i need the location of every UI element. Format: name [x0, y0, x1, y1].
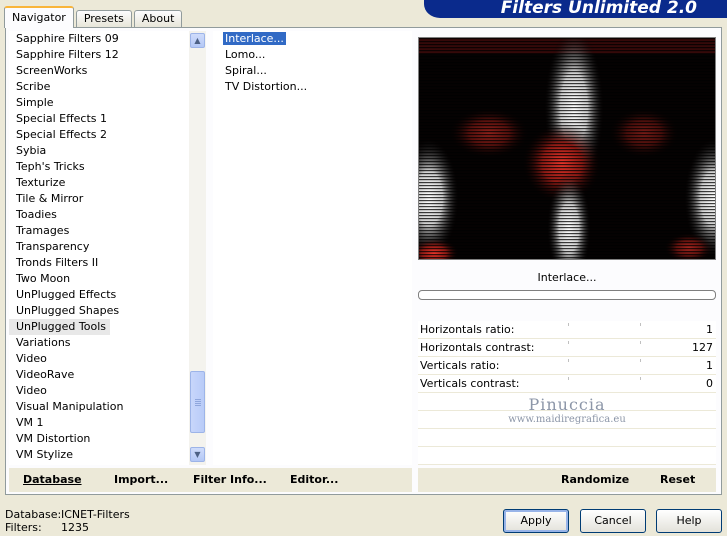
category-item[interactable]: Sapphire Filters 12	[9, 47, 189, 63]
parameter-label: Verticals contrast:	[420, 377, 520, 390]
randomize-button[interactable]: Randomize	[561, 473, 629, 486]
category-item[interactable]: Visual Manipulation	[9, 399, 189, 415]
status-info: Database:ICNET-Filters Filters: 1235	[5, 508, 130, 534]
right-toolbar: Randomize Reset	[418, 468, 716, 492]
category-item[interactable]: Tile & Mirror	[9, 191, 189, 207]
left-toolbar: Database Import... Filter Info... Editor…	[9, 468, 412, 492]
filter-item-label: Interlace...	[222, 31, 287, 46]
parameter-label: Horizontals contrast:	[420, 341, 535, 354]
filter-name-label: Interlace...	[537, 271, 597, 284]
filter-info-button[interactable]: Filter Info...	[193, 473, 267, 486]
filter-item[interactable]: Interlace...	[213, 31, 412, 47]
database-button[interactable]: Database	[23, 473, 82, 486]
category-item[interactable]: Teph's Tricks	[9, 159, 189, 175]
tab-navigator[interactable]: Navigator	[4, 6, 74, 28]
category-item[interactable]: UnPlugged Effects	[9, 287, 189, 303]
empty-parameter-row	[418, 429, 716, 447]
category-item[interactable]: Transparency	[9, 239, 189, 255]
category-item[interactable]: VM Stylize	[9, 447, 189, 463]
parameter-value: 0	[706, 377, 713, 390]
filter-item[interactable]: Lomo...	[213, 47, 412, 63]
filter-item-label: Lomo...	[225, 48, 266, 61]
tab-strip: Navigator Presets About	[4, 4, 184, 28]
category-item[interactable]: Sapphire Filters 09	[9, 31, 189, 47]
filter-preview	[418, 37, 716, 260]
category-item[interactable]: Special Effects 1	[9, 111, 189, 127]
database-label: Database:	[5, 508, 62, 521]
apply-button[interactable]: Apply	[503, 509, 569, 533]
tab-presets[interactable]: Presets	[75, 10, 132, 28]
category-item[interactable]: Scribe	[9, 79, 189, 95]
parameter-value: 127	[692, 341, 713, 354]
progress-bar	[418, 290, 716, 300]
editor-button[interactable]: Editor...	[290, 473, 338, 486]
category-item[interactable]: UnPlugged Tools	[9, 319, 110, 335]
category-item[interactable]: Simple	[9, 95, 189, 111]
category-item[interactable]: Special Effects 2	[9, 127, 189, 143]
import-button[interactable]: Import...	[114, 473, 168, 486]
category-item[interactable]: Tramages	[9, 223, 189, 239]
empty-parameter-row	[418, 411, 716, 429]
empty-parameter-row	[418, 393, 716, 411]
reset-button[interactable]: Reset	[660, 473, 695, 486]
parameter-label: Verticals ratio:	[420, 359, 500, 372]
category-item[interactable]: UnPlugged Shapes	[9, 303, 189, 319]
category-item[interactable]: Tronds Filters II	[9, 255, 189, 271]
empty-parameter-row	[418, 447, 716, 465]
parameter-value: 1	[706, 359, 713, 372]
filters-label: Filters:	[5, 521, 42, 534]
help-button[interactable]: Help	[656, 509, 722, 533]
category-item[interactable]: Toadies	[9, 207, 189, 223]
category-item[interactable]: Variations	[9, 335, 189, 351]
scroll-thumb[interactable]	[190, 371, 205, 433]
filters-count: 1235	[61, 521, 89, 534]
scroll-up-icon[interactable]: ▲	[190, 33, 205, 48]
category-item[interactable]: Texturize	[9, 175, 189, 191]
parameter-row[interactable]: Horizontals ratio: 1	[418, 321, 716, 339]
parameter-list: Horizontals ratio: 1 Horizontals contrast:…	[418, 321, 716, 465]
category-list[interactable]: Sapphire Filters 09 Sapphire Filters 12 Sc…	[9, 31, 206, 465]
category-scrollbar[interactable]: ▲ ▼	[189, 31, 206, 465]
category-item[interactable]: VM 1	[9, 415, 189, 431]
filter-item[interactable]: TV Distortion...	[213, 79, 412, 95]
category-item[interactable]: Sybia	[9, 143, 189, 159]
category-item[interactable]: ScreenWorks	[9, 63, 189, 79]
parameter-row[interactable]: Verticals contrast: 0	[418, 375, 716, 393]
parameter-row[interactable]: Verticals ratio: 1	[418, 357, 716, 375]
parameter-row[interactable]: Horizontals contrast: 127	[418, 339, 716, 357]
filter-item-label: TV Distortion...	[225, 80, 308, 93]
category-item[interactable]: VM Distortion	[9, 431, 189, 447]
category-item[interactable]: VideoRave	[9, 367, 189, 383]
category-item[interactable]: Two Moon	[9, 271, 189, 287]
scroll-down-icon[interactable]: ▼	[190, 447, 205, 462]
tab-about[interactable]: About	[133, 10, 183, 28]
filter-item[interactable]: Spiral...	[213, 63, 412, 79]
parameter-value: 1	[706, 323, 713, 336]
preview-image	[419, 38, 715, 259]
category-item[interactable]: Video	[9, 383, 189, 399]
filter-item-label: Spiral...	[225, 64, 267, 77]
parameter-label: Horizontals ratio:	[420, 323, 515, 336]
banner-title: Filters Unlimited 2.0	[424, 0, 727, 18]
filter-list[interactable]: Interlace... Lomo... Spiral... TV Distortio…	[213, 31, 412, 465]
database-value: ICNET-Filters	[61, 508, 130, 521]
category-item[interactable]: Video	[9, 351, 189, 367]
cancel-button[interactable]: Cancel	[580, 509, 646, 533]
